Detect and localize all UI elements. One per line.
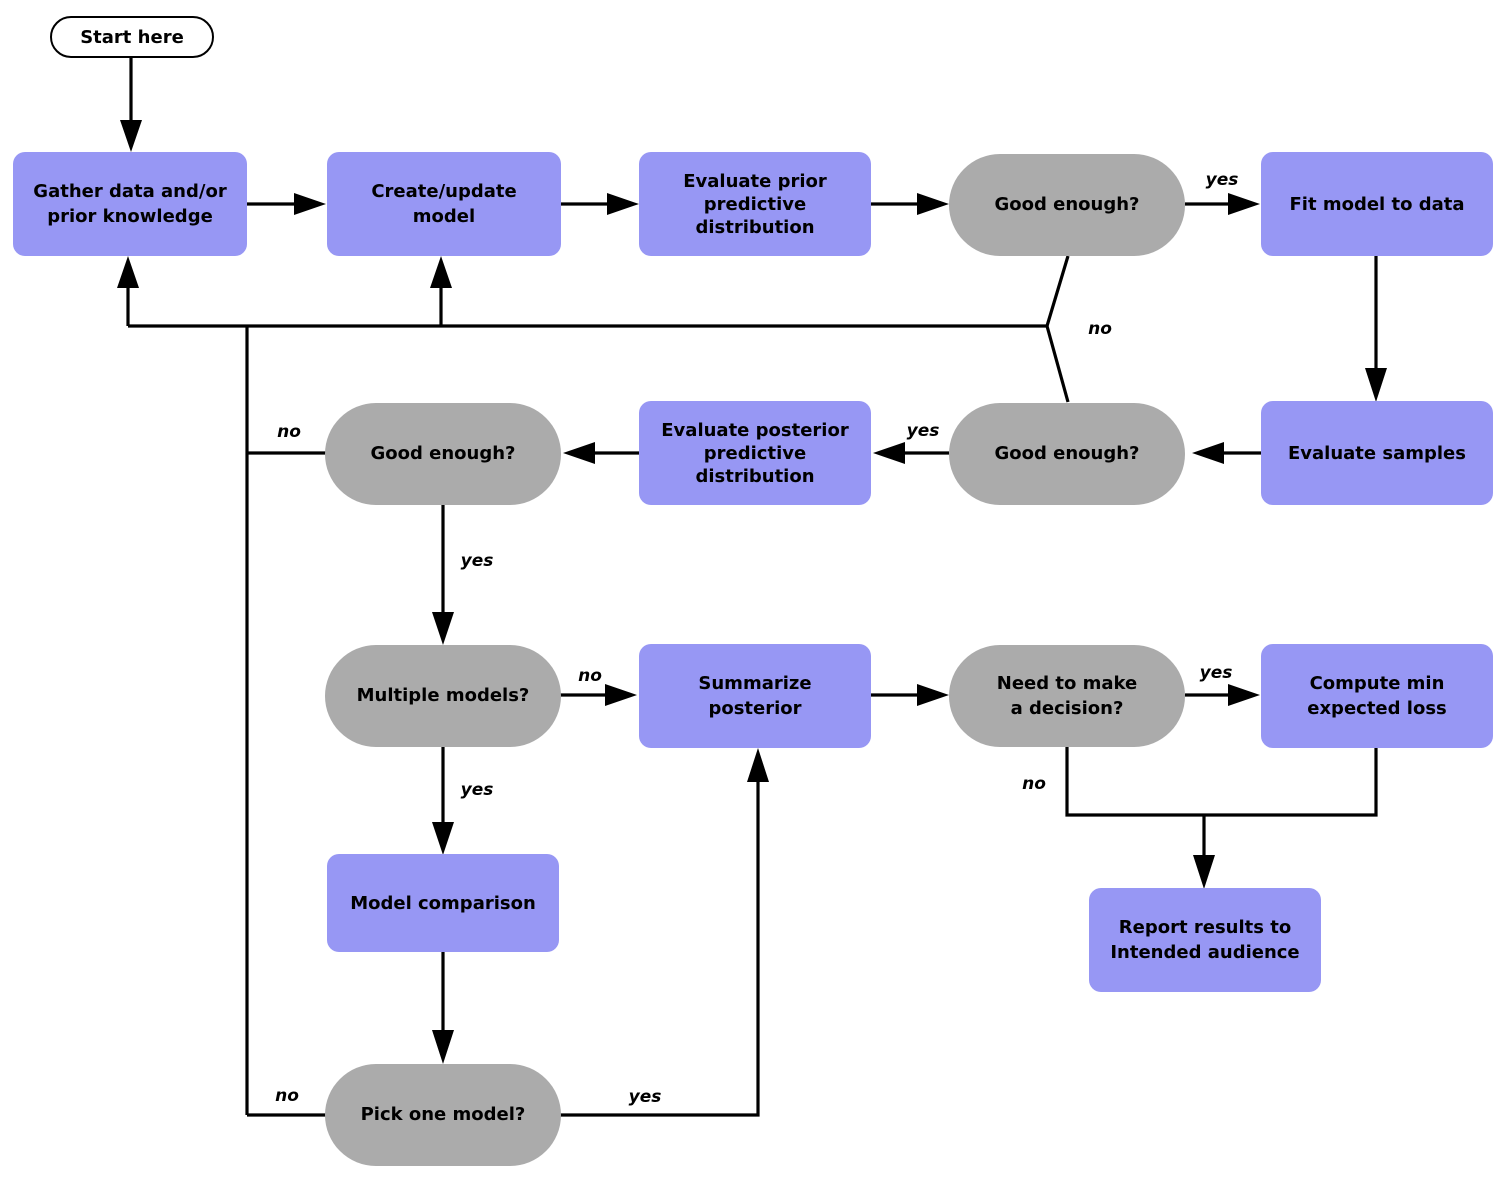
pick-one-model-label: Pick one model? [361,1104,526,1125]
edge-label-good1-no: no [1088,319,1112,339]
start-here-label: Start here [80,27,184,48]
edge-decision-no-to-merge [1065,746,1204,817]
node-good-enough-prior[interactable]: Good enough? [949,154,1185,256]
edge-label-pickone-yes: yes [629,1087,662,1107]
arrowhead-start-to-gather [120,120,142,152]
arrowhead-merge-to-report [1193,855,1215,889]
node-pick-one-model[interactable]: Pick one model? [325,1064,561,1166]
arrowhead-good2-yes-to-evalpost [873,442,905,464]
need-decision-shape [949,645,1185,747]
arrowhead-pickone-yes-to-summarize [747,748,769,782]
arrowhead-multiple-yes-to-modelcomp [432,822,454,855]
edge-minloss-to-merge [1204,746,1378,817]
arrowhead-fit-to-evalsamples [1365,368,1387,402]
node-fit-model-to-data[interactable]: Fit model to data [1261,152,1493,256]
evaluate-prior-predictive-label-line2: predictive [704,194,806,215]
fit-model-to-data-label: Fit model to data [1289,194,1464,215]
node-multiple-models[interactable]: Multiple models? [325,645,561,747]
evaluate-posterior-predictive-label-line3: distribution [695,466,814,487]
summarize-posterior-label-line1: Summarize [698,673,811,694]
edge-label-multiple-no: no [578,666,602,686]
node-evaluate-posterior-predictive[interactable]: Evaluate posterior predictive distributi… [639,401,871,505]
node-model-comparison[interactable]: Model comparison [327,854,559,952]
edge-label-good3-no: no [277,422,301,442]
node-summarize-posterior[interactable]: Summarize posterior [639,644,871,748]
arrowhead-modelcomp-to-pickone [432,1030,454,1064]
compute-min-expected-loss-shape [1261,644,1493,748]
gather-data-label-line1: Gather data and/or [33,181,227,202]
arrowhead-create-to-evalprior [607,193,639,215]
arrowhead-evalpost-to-good3 [563,442,595,464]
edge-label-multiple-yes: yes [461,780,494,800]
edge-good1-no-diagonal [1045,255,1070,327]
edge-good2-no-diagonal [1045,325,1070,403]
summarize-posterior-shape [639,644,871,748]
arrowhead-feedback-to-gather [117,256,139,288]
node-evaluate-samples[interactable]: Evaluate samples [1261,401,1493,505]
arrowhead-evalprior-to-good1 [917,193,949,215]
report-results-label-line2: Intended audience [1110,942,1299,963]
node-good-enough-samples[interactable]: Good enough? [949,403,1185,505]
report-results-shape [1089,888,1321,992]
arrowhead-decision-yes-to-minloss [1228,684,1260,706]
compute-min-expected-loss-label-line1: Compute min [1310,673,1445,694]
arrowhead-evalsamples-to-good2 [1192,442,1224,464]
model-comparison-label: Model comparison [350,893,536,914]
flowchart-svg: Fit model to data --> Evaluate posterior… [13,16,1493,1166]
node-good-enough-posterior[interactable]: Good enough? [325,403,561,505]
need-decision-label-line1: Need to make [997,673,1137,694]
report-results-label-line1: Report results to [1119,917,1291,938]
gather-data-shape [13,152,247,256]
arrowhead-multiple-no-to-summarize [605,684,637,706]
edge-label-good1-yes: yes [1206,170,1239,190]
node-compute-min-expected-loss[interactable]: Compute min expected loss [1261,644,1493,748]
edge-label-decision-no: no [1022,774,1046,794]
need-decision-label-line2: a decision? [1011,698,1124,719]
edge-label-good3-yes: yes [461,551,494,571]
summarize-posterior-label-line2: posterior [708,698,801,719]
create-update-model-shape [327,152,561,256]
good-enough-prior-label: Good enough? [994,194,1139,215]
compute-min-expected-loss-label-line2: expected loss [1307,698,1447,719]
evaluate-prior-predictive-label-line1: Evaluate prior [683,171,827,192]
arrowhead-good1-yes-to-fit [1228,193,1260,215]
arrowhead-good3-yes-to-multiple [432,612,454,645]
good-enough-posterior-label: Good enough? [370,443,515,464]
arrowhead-gather-to-create [294,193,326,215]
edge-label-good2-yes: yes [907,421,940,441]
create-update-model-label-line2: model [413,206,475,227]
node-create-update-model[interactable]: Create/update model [327,152,561,256]
edge-label-pickone-no: no [275,1086,299,1106]
evaluate-samples-label: Evaluate samples [1288,443,1466,464]
gather-data-label-line2: prior knowledge [47,206,213,227]
create-update-model-label-line1: Create/update [371,181,516,202]
evaluate-posterior-predictive-label-line1: Evaluate posterior [661,420,849,441]
flowchart-canvas: Fit model to data --> Evaluate posterior… [0,0,1512,1181]
node-need-decision[interactable]: Need to make a decision? [949,645,1185,747]
edge-pickone-yes-to-summarize [557,782,760,1117]
arrowhead-feedback-to-create [430,256,452,288]
node-report-results[interactable]: Report results to Intended audience [1089,888,1321,992]
node-evaluate-prior-predictive[interactable]: Evaluate prior predictive distribution [639,152,871,256]
edge-label-decision-yes: yes [1200,663,1233,683]
good-enough-samples-label: Good enough? [994,443,1139,464]
arrowhead-summarize-to-decision [917,684,949,706]
evaluate-posterior-predictive-label-line2: predictive [704,443,806,464]
node-gather-data[interactable]: Gather data and/or prior knowledge [13,152,247,256]
node-layer: Start here Gather data and/or prior know… [13,16,1493,1166]
multiple-models-label: Multiple models? [357,685,530,706]
evaluate-prior-predictive-label-line3: distribution [695,217,814,238]
node-start-here[interactable]: Start here [50,16,214,58]
